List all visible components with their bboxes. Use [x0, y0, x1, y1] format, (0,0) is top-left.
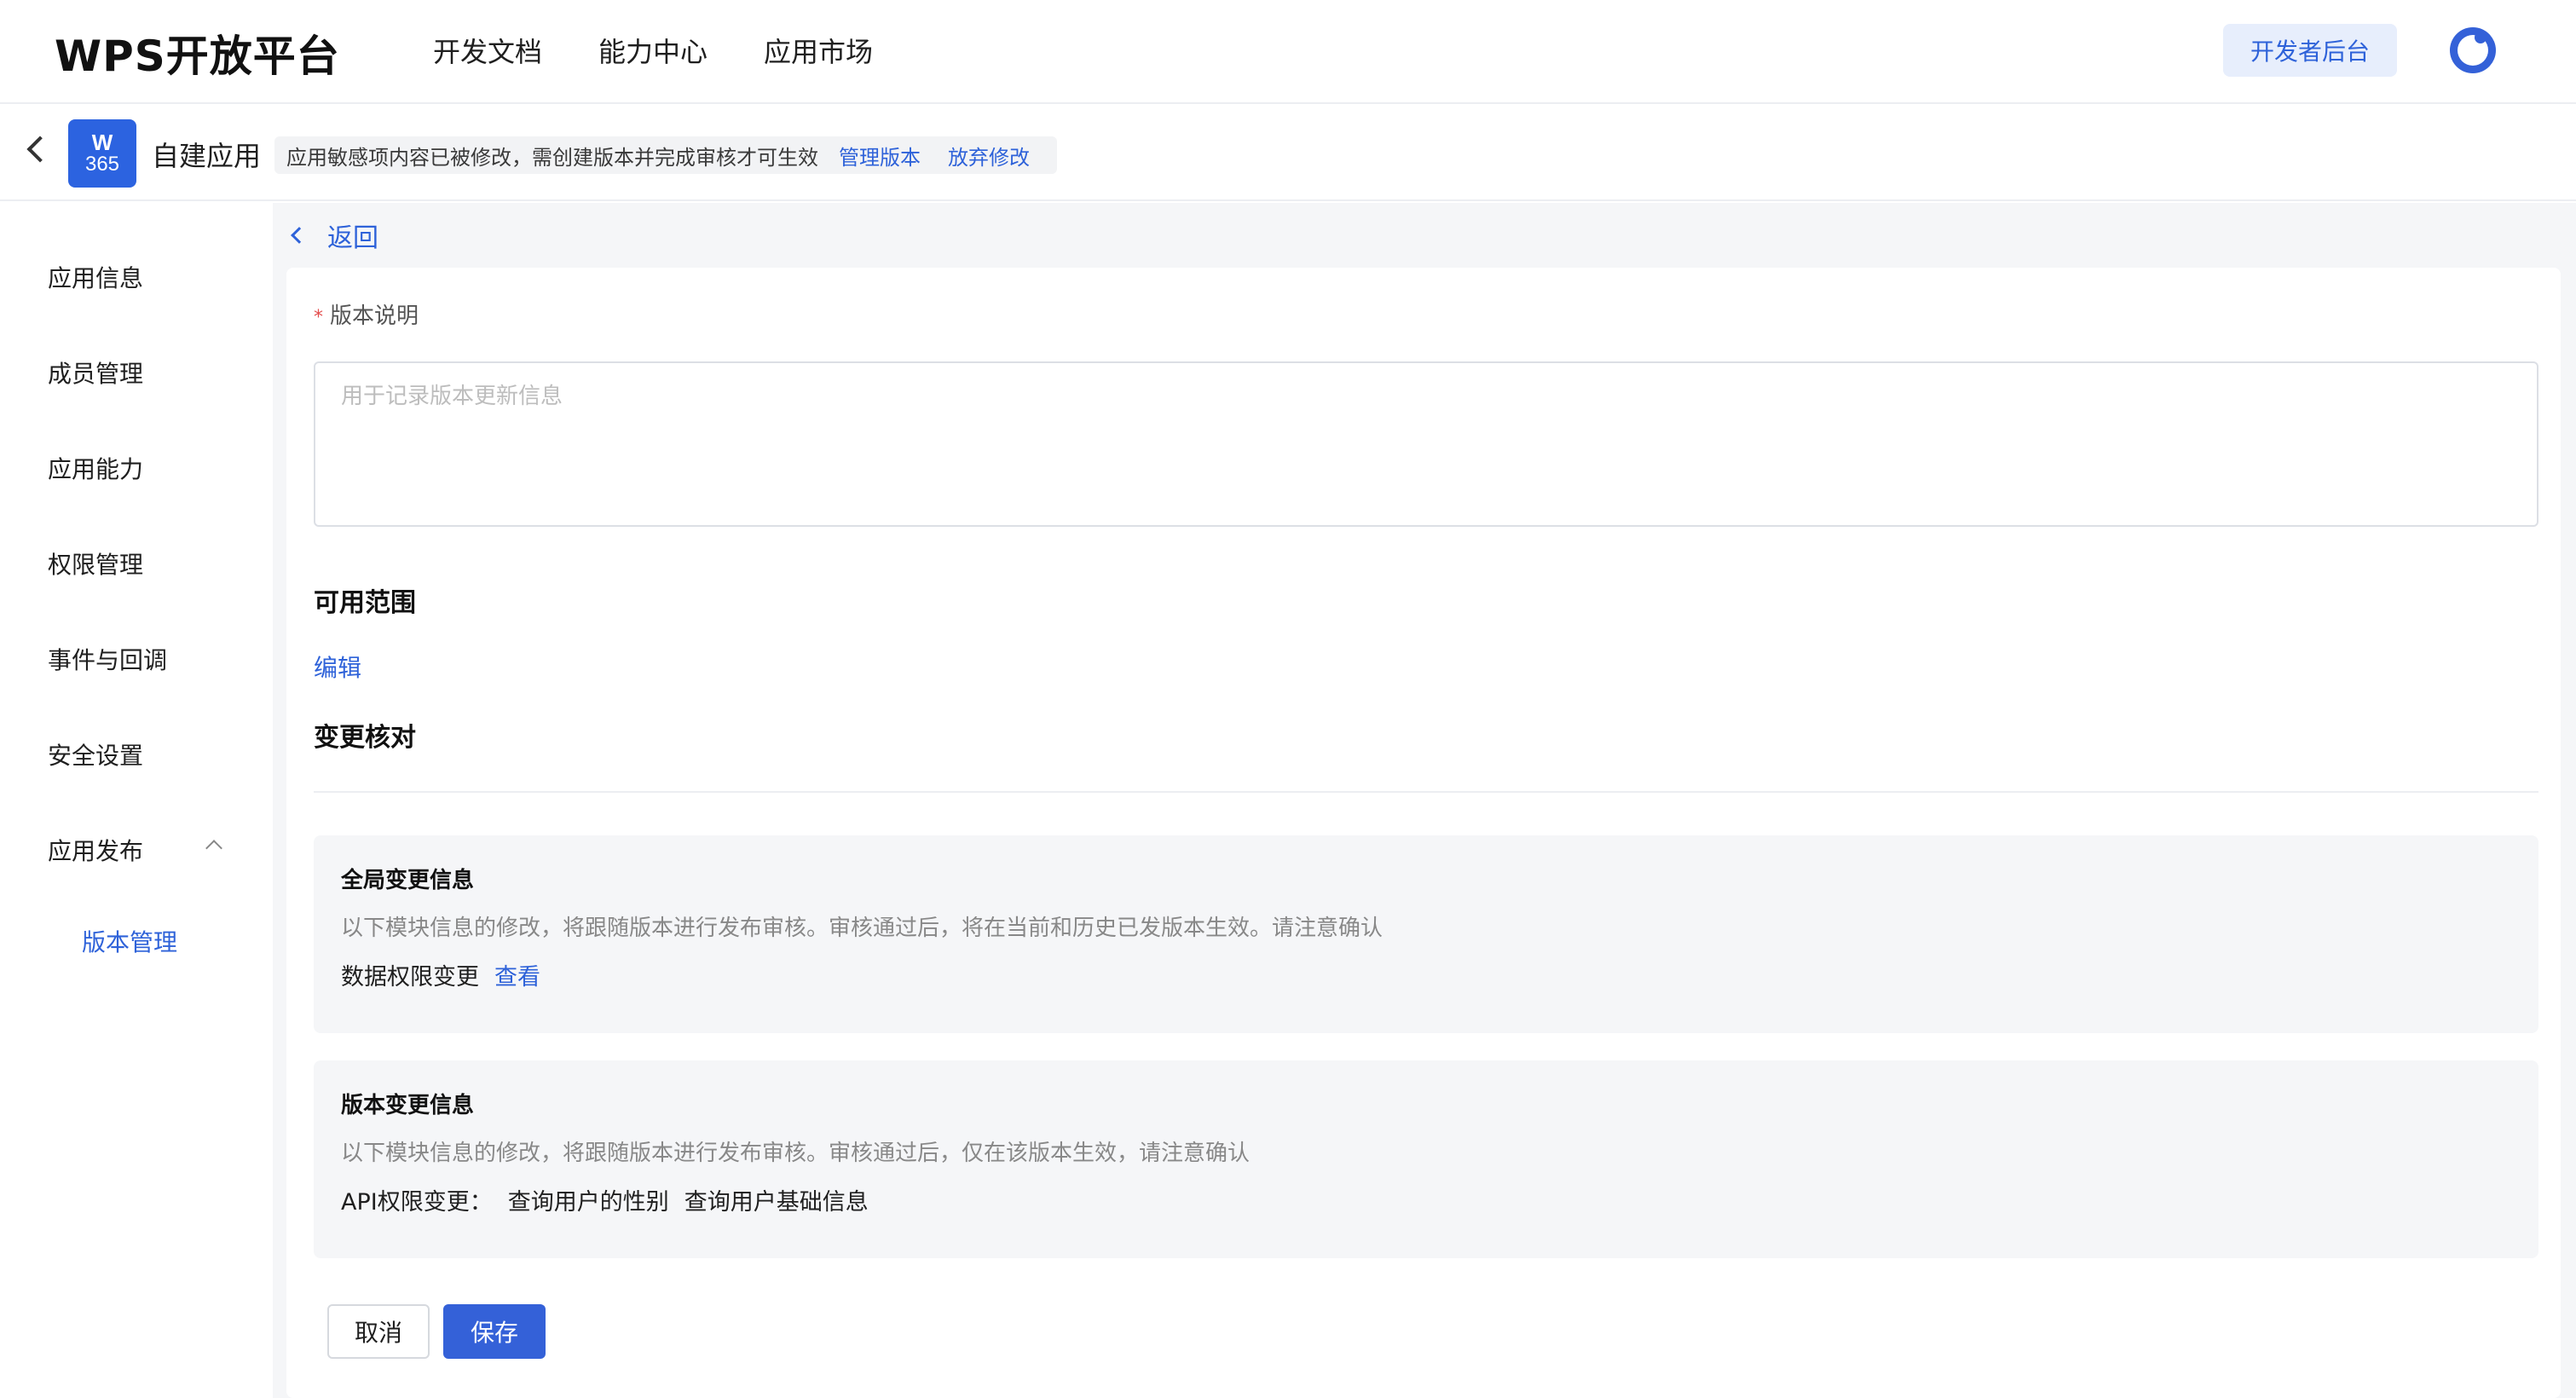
nav-app-market[interactable]: 应用市场: [764, 31, 873, 70]
sidebar-item-permissions[interactable]: 权限管理: [48, 546, 143, 581]
platform-logo[interactable]: WPS开放平台: [55, 22, 340, 84]
edit-scope-link[interactable]: 编辑: [314, 650, 361, 684]
version-desc-label: * 版本说明: [314, 298, 419, 330]
top-header: WPS开放平台 开发文档 能力中心 应用市场 开发者后台: [0, 0, 2576, 104]
required-asterisk: *: [314, 307, 323, 328]
sidebar-subitem-version-management[interactable]: 版本管理: [82, 924, 177, 958]
app-name: 自建应用: [152, 140, 262, 172]
avatar-icon: [2458, 32, 2488, 66]
api-permission-item: 查询用户的性别: [507, 1189, 669, 1216]
back-link[interactable]: 返回: [290, 217, 378, 254]
notice-text: 应用敏感项内容已被修改，需创建版本并完成审核才可生效: [286, 145, 818, 170]
version-desc-input[interactable]: [314, 361, 2538, 527]
version-change-desc: 以下模块信息的修改，将跟随版本进行发布审核。审核通过后，仅在该版本生效，请注意确…: [341, 1141, 1250, 1166]
version-desc-label-text: 版本说明: [330, 303, 419, 329]
app-subheader: W 365 自建应用 应用敏感项内容已被修改，需创建版本并完成审核才可生效 管理…: [0, 106, 2576, 201]
global-change-title: 全局变更信息: [341, 868, 475, 893]
change-check-title: 变更核对: [314, 723, 416, 753]
sidebar-item-app-info[interactable]: 应用信息: [48, 260, 143, 294]
nav-capability-center[interactable]: 能力中心: [598, 31, 708, 70]
sidebar-item-capabilities[interactable]: 应用能力: [48, 451, 143, 485]
developer-console-button[interactable]: 开发者后台: [2223, 24, 2397, 77]
version-change-title: 版本变更信息: [341, 1093, 475, 1118]
back-label: 返回: [327, 223, 378, 253]
save-button[interactable]: 保存: [443, 1304, 546, 1359]
scope-title: 可用范围: [314, 588, 416, 618]
app-icon-bottom-text: 365: [84, 153, 120, 176]
chevron-left-icon: [291, 227, 308, 244]
chevron-left-icon[interactable]: [26, 136, 54, 163]
global-change-row: 数据权限变更 查看: [341, 958, 540, 991]
version-change-row: API权限变更： 查询用户的性别 查询用户基础信息: [341, 1183, 869, 1216]
sidebar-item-publish[interactable]: 应用发布: [48, 833, 143, 867]
sidebar-item-events[interactable]: 事件与回调: [48, 642, 167, 676]
api-permission-item: 查询用户基础信息: [684, 1189, 869, 1216]
sidebar-item-security[interactable]: 安全设置: [48, 737, 143, 771]
modification-notice: 应用敏感项内容已被修改，需创建版本并完成审核才可生效 管理版本 放弃修改: [274, 136, 1057, 174]
version-change-card: 版本变更信息 以下模块信息的修改，将跟随版本进行发布审核。审核通过后，仅在该版本…: [314, 1060, 2538, 1258]
global-change-desc: 以下模块信息的修改，将跟随版本进行发布审核。审核通过后，将在当前和历史已发版本生…: [341, 916, 1383, 941]
user-avatar[interactable]: [2450, 27, 2496, 73]
app-icon-top-text: W: [91, 130, 113, 155]
manage-version-link[interactable]: 管理版本: [839, 141, 921, 170]
app-icon: W 365: [68, 119, 136, 188]
cancel-button[interactable]: 取消: [327, 1304, 430, 1359]
view-link[interactable]: 查看: [494, 958, 540, 991]
api-permission-change-label: API权限变更：: [341, 1189, 493, 1216]
sidebar-item-members[interactable]: 成员管理: [48, 355, 143, 390]
global-change-card: 全局变更信息 以下模块信息的修改，将跟随版本进行发布审核。审核通过后，将在当前和…: [314, 835, 2538, 1033]
top-nav: 开发文档 能力中心 应用市场: [433, 31, 873, 70]
nav-dev-docs[interactable]: 开发文档: [433, 31, 542, 70]
data-permission-change-label: 数据权限变更: [341, 964, 479, 991]
discard-changes-link[interactable]: 放弃修改: [948, 141, 1030, 170]
divider: [314, 791, 2538, 793]
